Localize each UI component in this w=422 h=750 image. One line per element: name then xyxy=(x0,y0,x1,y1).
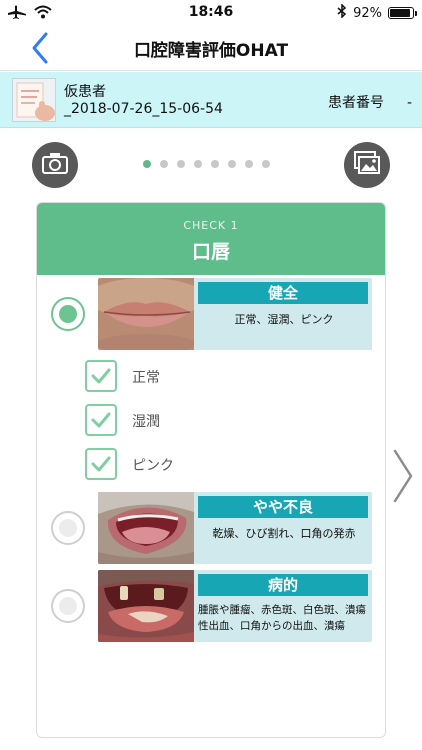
radio-dot xyxy=(59,597,77,615)
checkbox-label: ピンク xyxy=(132,458,174,474)
patient-record-id: _2018-07-26_15-06-54 xyxy=(64,101,223,117)
patient-number: 患者番号 - xyxy=(328,92,412,112)
option-healthy[interactable]: 健全 正常、湿潤、ピンク xyxy=(98,278,372,350)
option-label: 健全 xyxy=(198,282,368,304)
page-dot[interactable] xyxy=(245,160,253,168)
status-bar: 18:46 92% xyxy=(0,0,422,26)
page-dot[interactable] xyxy=(194,160,202,168)
battery-icon xyxy=(388,7,417,19)
assessment-card: CHECK 1 口唇 健全 正常、湿潤、ピンク 正常 湿潤 ピンク やや不良 乾… xyxy=(36,202,386,738)
option-description: 正常、湿潤、ピンク xyxy=(234,313,334,326)
navigation-bar: 口腔障害評価OHAT xyxy=(0,26,422,71)
page-dot[interactable] xyxy=(211,160,219,168)
patient-number-value: - xyxy=(406,95,412,111)
patient-name: 仮患者 xyxy=(64,84,106,100)
photo-gallery-icon xyxy=(354,151,380,179)
checkbox[interactable] xyxy=(85,360,117,392)
card-title: 口唇 xyxy=(191,241,230,263)
option-description: 乾燥、ひび割れ、口角の発赤 xyxy=(212,527,356,540)
option-description: 腫脹や腫瘤、赤色斑、白色斑、潰瘍性出血、口角からの出血、潰瘍 xyxy=(198,604,366,632)
gallery-button[interactable] xyxy=(344,142,390,188)
page-dot[interactable] xyxy=(143,160,151,168)
page-dot[interactable] xyxy=(177,160,185,168)
checkbox-pink[interactable]: ピンク xyxy=(85,448,285,482)
lip-photo-slightly-poor xyxy=(98,492,194,564)
battery-fill xyxy=(390,9,411,17)
lip-photo-healthy xyxy=(98,278,194,350)
page-dot[interactable] xyxy=(160,160,168,168)
page-dot[interactable] xyxy=(262,160,270,168)
option-radio-slightly-poor[interactable] xyxy=(51,511,85,545)
option-radio-pathological[interactable] xyxy=(51,589,85,623)
patient-thumbnail xyxy=(12,78,56,122)
status-right: 92% xyxy=(337,3,417,22)
next-page-button[interactable] xyxy=(392,448,414,504)
camera-button[interactable] xyxy=(32,142,78,188)
option-label: やや不良 xyxy=(198,496,368,518)
checkbox[interactable] xyxy=(85,404,117,436)
radio-dot xyxy=(59,519,77,537)
card-header: CHECK 1 口唇 xyxy=(37,203,385,275)
option-pathological[interactable]: 病的 腫脹や腫瘤、赤色斑、白色斑、潰瘍性出血、口角からの出血、潰瘍 xyxy=(98,570,372,642)
checkbox-label: 湿潤 xyxy=(132,414,160,430)
checkbox-moist[interactable]: 湿潤 xyxy=(85,404,285,438)
bluetooth-icon xyxy=(337,3,347,22)
checkbox-label: 正常 xyxy=(132,370,160,386)
page-indicator xyxy=(143,160,270,168)
checkmark-icon xyxy=(87,456,115,482)
chevron-right-icon xyxy=(392,449,414,508)
checkbox-normal[interactable]: 正常 xyxy=(85,360,285,394)
lip-photo-pathological xyxy=(98,570,194,642)
patient-number-label: 患者番号 xyxy=(328,95,385,111)
patient-info-bar: 仮患者 _2018-07-26_15-06-54 患者番号 - xyxy=(0,72,422,128)
checkmark-icon xyxy=(87,368,115,394)
check-number: CHECK 1 xyxy=(183,219,239,232)
battery-percent: 92% xyxy=(353,5,382,21)
option-radio-healthy[interactable] xyxy=(51,297,85,331)
option-label: 病的 xyxy=(198,574,368,596)
page-dot[interactable] xyxy=(228,160,236,168)
checkbox[interactable] xyxy=(85,448,117,480)
checkmark-icon xyxy=(87,412,115,438)
option-slightly-poor[interactable]: やや不良 乾燥、ひび割れ、口角の発赤 xyxy=(98,492,372,564)
radio-dot xyxy=(59,305,77,323)
camera-icon xyxy=(42,152,68,178)
page-title: 口腔障害評価OHAT xyxy=(133,41,289,61)
